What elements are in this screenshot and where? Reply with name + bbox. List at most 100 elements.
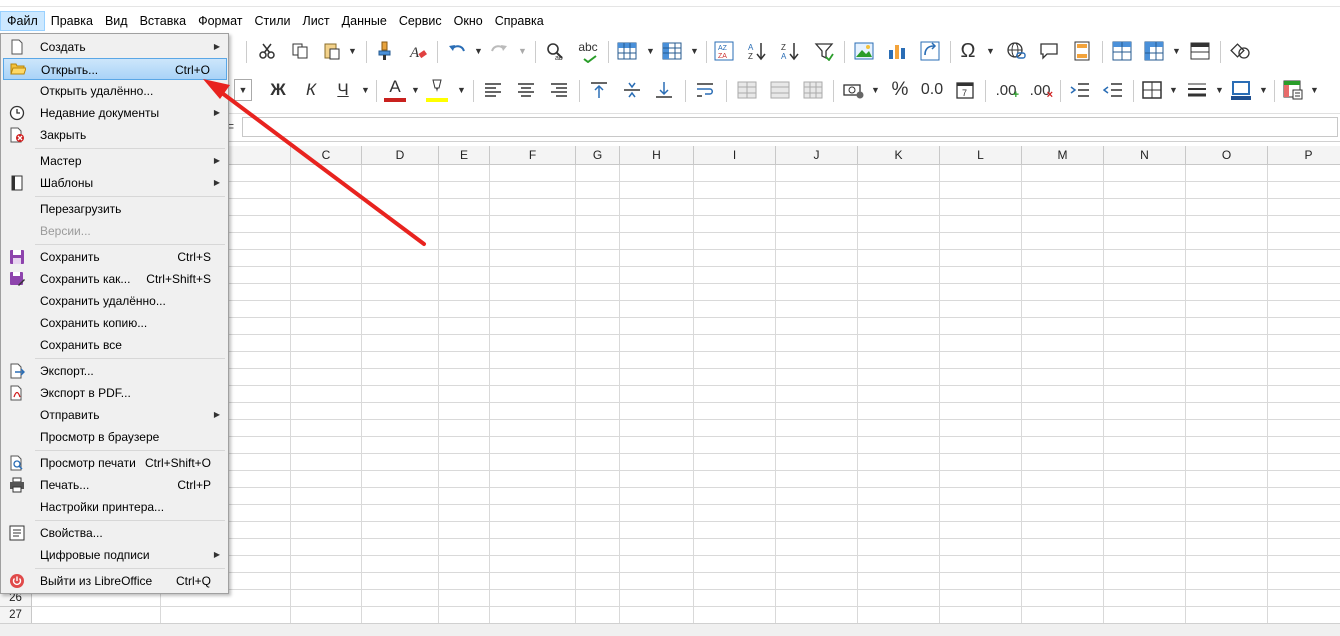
column-header-h[interactable]: H (620, 146, 694, 165)
special-character-dropdown-icon[interactable]: ▼ (986, 35, 995, 67)
menu-item-printer-settings[interactable]: Настройки принтера... (3, 496, 227, 518)
menu-styles[interactable]: Стили (248, 11, 296, 31)
menu-item-print-preview[interactable]: Просмотр печати Ctrl+Shift+O (3, 452, 227, 474)
decrease-indent-icon[interactable] (1101, 74, 1125, 106)
align-middle-icon[interactable] (620, 74, 644, 106)
currency-format-icon[interactable] (841, 74, 867, 106)
autofilter-icon[interactable] (812, 35, 836, 67)
column-header-j[interactable]: J (776, 146, 858, 165)
border-color-dropdown-icon[interactable]: ▼ (1259, 74, 1268, 106)
menu-item-reload[interactable]: Перезагрузить (3, 198, 227, 220)
menu-file[interactable]: Файл (0, 11, 45, 31)
menu-item-open[interactable]: Открыть... Ctrl+O (3, 58, 227, 80)
sort-ascending-icon[interactable]: AZ (745, 35, 769, 67)
menu-format[interactable]: Формат (192, 11, 248, 31)
menu-item-new[interactable]: Создать ▶ (3, 36, 227, 58)
column-header-m[interactable]: M (1022, 146, 1104, 165)
menu-item-digital-signatures[interactable]: Цифровые подписи ▶ (3, 544, 227, 566)
menu-item-exit[interactable]: Выйти из LibreOffice Ctrl+Q (3, 570, 227, 592)
menu-item-templates[interactable]: Шаблоны ▶ (3, 172, 227, 194)
row-header-27[interactable]: 27 (0, 607, 32, 624)
border-style-dropdown-icon[interactable]: ▼ (1215, 74, 1224, 106)
menu-insert[interactable]: Вставка (134, 11, 192, 31)
menu-help[interactable]: Справка (489, 11, 550, 31)
clear-formatting-icon[interactable]: A (406, 35, 428, 67)
menu-item-recent-documents[interactable]: Недавние документы ▶ (3, 102, 227, 124)
paste-icon[interactable] (320, 35, 344, 67)
column-header-i[interactable]: I (694, 146, 776, 165)
column-header-f[interactable]: F (490, 146, 576, 165)
currency-dropdown-icon[interactable]: ▼ (871, 74, 880, 106)
font-color-dropdown-icon[interactable]: ▼ (411, 74, 420, 106)
column-header-o[interactable]: O (1186, 146, 1268, 165)
borders-icon[interactable] (1140, 74, 1164, 106)
sort-icon[interactable]: AZ ZA (712, 35, 736, 67)
menu-edit[interactable]: Правка (45, 11, 99, 31)
row-dropdown-icon[interactable]: ▼ (646, 35, 655, 67)
menu-sheet[interactable]: Лист (296, 11, 335, 31)
menu-item-export[interactable]: Экспорт... (3, 360, 227, 382)
wrap-text-icon[interactable] (693, 74, 717, 106)
redo-icon[interactable] (488, 35, 510, 67)
freeze-rows-columns-icon[interactable] (1142, 35, 1166, 67)
menu-item-preview-in-browser[interactable]: Просмотр в браузере (3, 426, 227, 448)
menu-item-open-remote[interactable]: Открыть удалённо... (3, 80, 227, 102)
border-style-icon[interactable] (1184, 74, 1210, 106)
number-format-button[interactable]: 0.0 (919, 74, 945, 106)
menu-window[interactable]: Окно (448, 11, 489, 31)
menu-item-export-pdf[interactable]: Экспорт в PDF... (3, 382, 227, 404)
menu-item-wizards[interactable]: Мастер ▶ (3, 150, 227, 172)
menu-item-save-remote[interactable]: Сохранить удалённо... (3, 290, 227, 312)
sort-descending-icon[interactable]: ZA (778, 35, 802, 67)
paste-dropdown-icon[interactable]: ▼ (348, 35, 357, 67)
date-format-icon[interactable]: 7 (953, 74, 977, 106)
percent-format-button[interactable]: % (888, 74, 912, 106)
menu-item-print[interactable]: Печать... Ctrl+P (3, 474, 227, 496)
hyperlink-icon[interactable] (1004, 35, 1028, 67)
borders-dropdown-icon[interactable]: ▼ (1169, 74, 1178, 106)
menu-tools[interactable]: Сервис (393, 11, 448, 31)
font-size-dropdown-icon[interactable]: ▼ (234, 79, 252, 101)
add-decimal-place-icon[interactable]: .00 + (992, 74, 1020, 106)
underline-dropdown-icon[interactable]: ▼ (361, 74, 370, 106)
menu-view[interactable]: Вид (99, 11, 134, 31)
undo-icon[interactable] (446, 35, 468, 67)
column-header-g[interactable]: G (576, 146, 620, 165)
column-header-c[interactable]: C (291, 146, 362, 165)
copy-icon[interactable] (289, 35, 311, 67)
align-bottom-icon[interactable] (652, 74, 676, 106)
column-header-k[interactable]: K (858, 146, 940, 165)
menu-item-close[interactable]: Закрыть (3, 124, 227, 146)
delete-decimal-place-icon[interactable]: .00 × (1026, 74, 1054, 106)
align-center-icon[interactable] (514, 74, 538, 106)
menu-data[interactable]: Данные (336, 11, 393, 31)
menu-item-save-all[interactable]: Сохранить все (3, 334, 227, 356)
special-character-icon[interactable]: Ω (956, 35, 980, 67)
column-header-p[interactable]: P (1268, 146, 1340, 165)
clone-formatting-icon[interactable] (374, 35, 396, 67)
column-header-d[interactable]: D (362, 146, 439, 165)
align-right-icon[interactable] (547, 74, 571, 106)
background-color-dropdown-icon[interactable]: ▼ (457, 74, 466, 106)
merge-center-icon[interactable] (735, 74, 759, 106)
increase-indent-icon[interactable] (1068, 74, 1092, 106)
insert-chart-icon[interactable] (885, 35, 909, 67)
menu-item-save-as[interactable]: Сохранить как... Ctrl+Shift+S (3, 268, 227, 290)
comment-icon[interactable] (1037, 35, 1061, 67)
redo-dropdown-icon[interactable]: ▼ (518, 35, 527, 67)
menu-item-properties[interactable]: Свойства... (3, 522, 227, 544)
underline-button[interactable]: Ч (331, 74, 355, 106)
cut-icon[interactable] (256, 35, 278, 67)
menu-item-send[interactable]: Отправить ▶ (3, 404, 227, 426)
freeze-dropdown-icon[interactable]: ▼ (1172, 35, 1181, 67)
unmerge-cells-icon[interactable] (801, 74, 825, 106)
align-top-icon[interactable] (587, 74, 611, 106)
column-header-l[interactable]: L (940, 146, 1022, 165)
spelling-icon[interactable]: abc (575, 35, 601, 67)
font-color-button[interactable]: А (382, 74, 408, 106)
column-icon[interactable] (660, 35, 684, 67)
formula-input[interactable] (242, 117, 1338, 137)
show-draw-functions-icon[interactable] (1228, 35, 1252, 67)
conditional-format-dropdown-icon[interactable]: ▼ (1310, 74, 1319, 106)
background-color-button[interactable] (424, 74, 450, 106)
